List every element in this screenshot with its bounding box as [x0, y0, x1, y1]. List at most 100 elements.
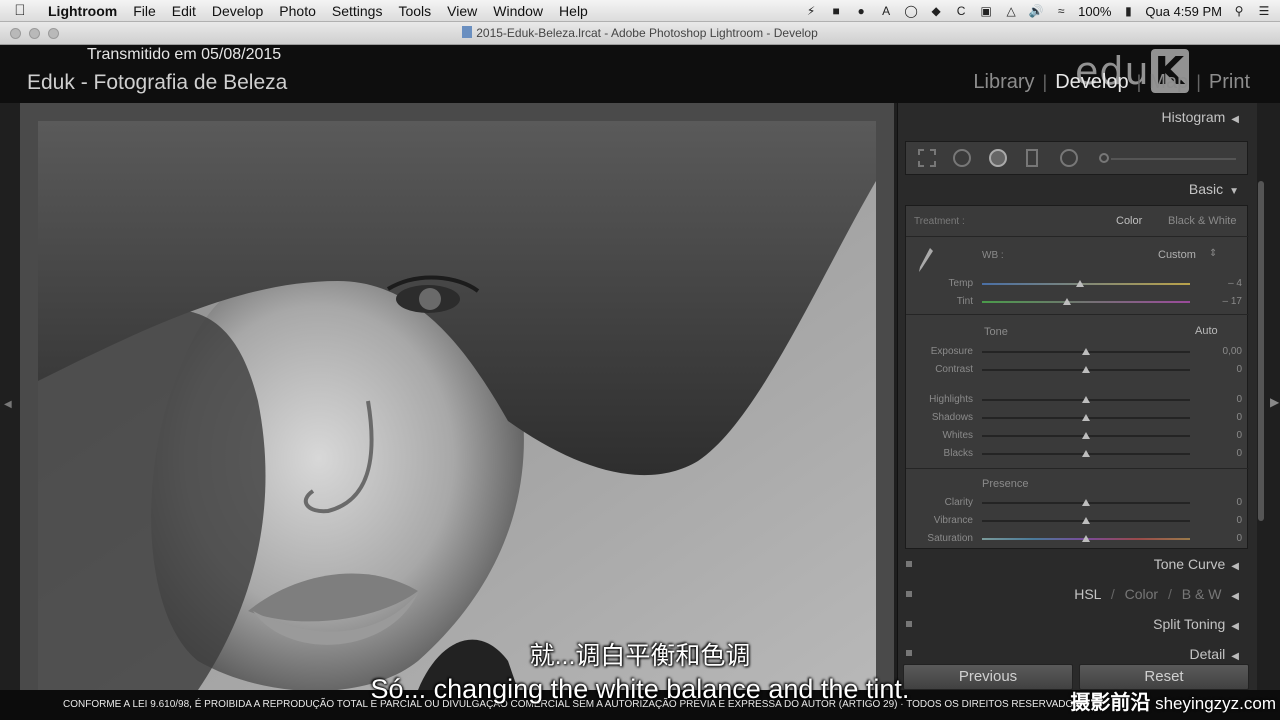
module-develop[interactable]: Develop [1047, 71, 1136, 94]
hsl-tab[interactable]: HSL [1074, 586, 1101, 602]
slider-value[interactable]: 0 [1206, 430, 1242, 441]
graduated-filter-icon[interactable] [1026, 149, 1038, 167]
red-eye-icon[interactable] [989, 149, 1007, 167]
battery-icon[interactable]: ▮ [1120, 4, 1136, 18]
slider-track[interactable] [982, 301, 1190, 303]
tone-auto-button[interactable]: Auto [1195, 325, 1218, 337]
menu-help[interactable]: Help [551, 3, 596, 19]
search-icon[interactable]: ⚲ [1231, 4, 1247, 18]
zoom-button[interactable] [48, 28, 59, 39]
crop-tool-icon[interactable] [918, 149, 936, 167]
status-area: ⚡ ■ ● A ◯ ◆ C ▣ △ 🔊 ≈ 100% ▮ Qua 4:59 PM… [803, 0, 1272, 22]
slider-value[interactable]: 0,00 [1206, 346, 1242, 357]
menu-settings[interactable]: Settings [324, 3, 391, 19]
panel-scrollbar[interactable] [1258, 181, 1264, 521]
slider-thumb[interactable] [1082, 396, 1090, 403]
apple-menu-icon[interactable]:  [0, 2, 40, 19]
slider-thumb[interactable] [1075, 280, 1084, 287]
hsl-color-tab[interactable]: Color [1125, 586, 1158, 602]
menu-develop[interactable]: Develop [204, 3, 271, 19]
slider-value[interactable]: 0 [1206, 412, 1242, 423]
basic-panel-header[interactable]: Basic ▼ [1189, 181, 1239, 197]
hsl-bw-tab[interactable]: B & W [1182, 586, 1222, 602]
slider-value[interactable]: 0 [1206, 448, 1242, 459]
slider-value[interactable]: – 4 [1206, 278, 1242, 289]
close-button[interactable] [10, 28, 21, 39]
slider-value[interactable]: 0 [1206, 497, 1242, 508]
clock[interactable]: Qua 4:59 PM [1145, 4, 1222, 19]
airplay-icon[interactable]: △ [1003, 4, 1019, 18]
identity-plate[interactable]: Eduk - Fotografia de Beleza [27, 71, 287, 95]
dropdown-arrows-icon[interactable]: ⇕ [1209, 248, 1217, 259]
collapse-triangle-icon[interactable]: ◀ [1231, 621, 1239, 632]
slider-value[interactable]: 0 [1206, 533, 1242, 544]
treatment-color-button[interactable]: Color [1116, 215, 1142, 227]
slider-label: Shadows [931, 412, 973, 423]
volume-icon[interactable]: 🔊 [1028, 4, 1044, 18]
module-library[interactable]: Library [965, 71, 1042, 94]
hsl-panel-header[interactable]: HSL / Color / B & W ◀ [1074, 586, 1239, 602]
camera-icon[interactable]: ■ [828, 4, 844, 18]
minimize-button[interactable] [29, 28, 40, 39]
chat-icon[interactable]: ● [853, 4, 869, 18]
module-print[interactable]: Print [1201, 71, 1258, 94]
divider [906, 314, 1249, 315]
notification-center-icon[interactable]: ☰ [1256, 4, 1272, 18]
panel-switch-icon[interactable] [906, 621, 912, 627]
menu-view[interactable]: View [439, 3, 485, 19]
menu-edit[interactable]: Edit [164, 3, 204, 19]
slider-thumb[interactable] [1082, 348, 1090, 355]
collapse-triangle-icon[interactable]: ◀ [1231, 114, 1239, 125]
document-icon [462, 26, 473, 38]
adobe-icon[interactable]: A [878, 4, 894, 18]
menu-lightroom[interactable]: Lightroom [40, 3, 125, 19]
slider-thumb[interactable] [1082, 432, 1090, 439]
radial-filter-icon[interactable] [1060, 149, 1078, 167]
slider-value[interactable]: 0 [1206, 364, 1242, 375]
basic-panel: Treatment : Color Black & White WB : Cus… [905, 205, 1249, 549]
expand-triangle-icon[interactable]: ▼ [1229, 186, 1239, 197]
slider-thumb[interactable] [1082, 450, 1090, 457]
site-watermark-url: sheyingzyz.com [1155, 694, 1276, 713]
slider-track[interactable] [982, 283, 1190, 285]
tone-curve-panel-header[interactable]: Tone Curve ◀ [1154, 556, 1239, 572]
slider-thumb[interactable] [1082, 499, 1090, 506]
slider-value[interactable]: 0 [1206, 394, 1242, 405]
brush-size-slider[interactable] [1111, 158, 1236, 160]
histogram-panel-header[interactable]: Histogram ◀ [1162, 109, 1240, 125]
c-icon[interactable]: C [953, 4, 969, 18]
slider-thumb[interactable] [1063, 298, 1072, 305]
menu-tools[interactable]: Tools [390, 3, 439, 19]
dropbox-icon[interactable]: ◆ [928, 4, 944, 18]
portrait-image [38, 121, 876, 690]
adjustment-brush-icon[interactable] [1099, 153, 1109, 163]
split-toning-title: Split Toning [1153, 616, 1226, 632]
menu-photo[interactable]: Photo [271, 3, 324, 19]
white-balance-eyedropper-icon[interactable] [918, 246, 934, 276]
module-map[interactable]: Map [1141, 71, 1196, 94]
portrait-photo[interactable] [38, 121, 876, 690]
slider-thumb[interactable] [1082, 535, 1090, 542]
menu-file[interactable]: File [125, 3, 164, 19]
slider-value[interactable]: – 17 [1206, 296, 1242, 307]
slider-thumb[interactable] [1082, 366, 1090, 373]
creative-cloud-icon[interactable]: ◯ [903, 4, 919, 18]
menu-window[interactable]: Window [485, 3, 551, 19]
panel-switch-icon[interactable] [906, 561, 912, 567]
slider-thumb[interactable] [1082, 414, 1090, 421]
lightning-icon[interactable]: ⚡ [803, 4, 819, 18]
tone-curve-title: Tone Curve [1153, 556, 1226, 572]
sync-icon[interactable]: ▣ [978, 4, 994, 18]
spot-removal-icon[interactable] [953, 149, 971, 167]
collapse-triangle-icon[interactable]: ◀ [1231, 591, 1239, 602]
wb-dropdown[interactable]: Custom [1158, 249, 1196, 261]
right-panel-toggle-icon[interactable]: ▶ [1270, 395, 1279, 409]
wifi-icon[interactable]: ≈ [1053, 4, 1069, 18]
left-panel-toggle-icon[interactable]: ◀ [4, 399, 12, 410]
treatment-bw-button[interactable]: Black & White [1168, 215, 1236, 227]
slider-thumb[interactable] [1082, 517, 1090, 524]
collapse-triangle-icon[interactable]: ◀ [1231, 561, 1239, 572]
slider-value[interactable]: 0 [1206, 515, 1242, 526]
panel-switch-icon[interactable] [906, 591, 912, 597]
split-toning-panel-header[interactable]: Split Toning ◀ [1153, 616, 1239, 632]
